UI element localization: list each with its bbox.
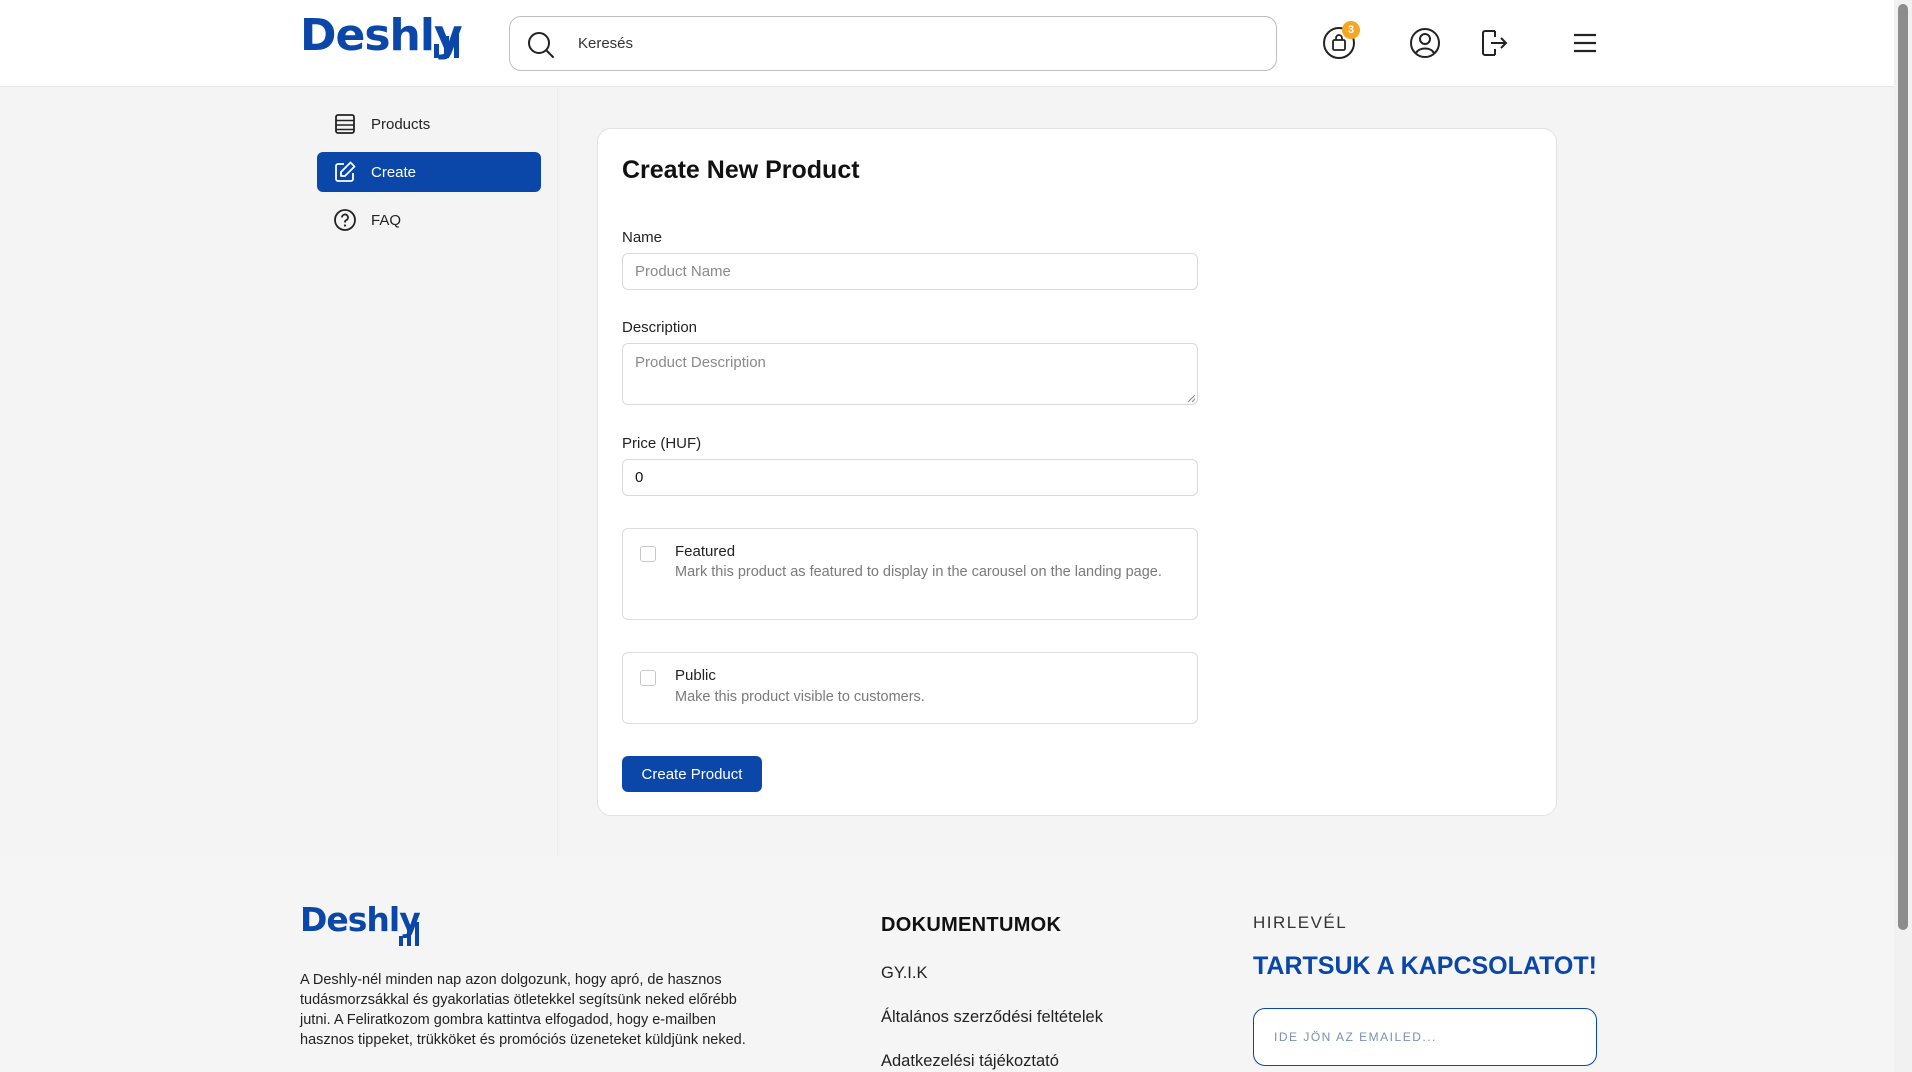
help-icon [334, 209, 356, 231]
search-icon [528, 32, 554, 58]
sidebar-item-label: FAQ [371, 211, 402, 229]
featured-checkbox[interactable] [640, 546, 656, 562]
list-icon [335, 114, 355, 134]
logout-icon[interactable] [1477, 26, 1511, 60]
footer: Deshly A Deshly-nél minden nap azon dolg… [0, 856, 1894, 1072]
edit-icon [335, 161, 356, 182]
search-input[interactable]: Keresés [578, 35, 633, 52]
search-bar[interactable]: Keresés [509, 16, 1277, 71]
footer-link-faq[interactable]: GY.I.K [881, 964, 927, 983]
description-label: Description [622, 319, 698, 336]
featured-option[interactable]: Featured Mark this product as featured t… [622, 528, 1198, 620]
price-label: Price (HUF) [622, 435, 702, 452]
sidebar-item-label: Create [371, 163, 417, 181]
scrollbar-thumb[interactable] [1898, 4, 1908, 930]
footer-link-terms[interactable]: Általános szerződési feltételek [881, 1008, 1103, 1027]
sidebar-item-products[interactable]: Products [317, 104, 541, 144]
top-header: Deshly Keresés 3 [0, 0, 1894, 87]
featured-title: Featured [675, 543, 736, 560]
cart-count-badge: 3 [1342, 21, 1360, 39]
footer-logo-bars-icon [399, 922, 419, 946]
newsletter-label: HIRLEVÉL [1253, 913, 1348, 932]
sidebar: Products Create FAQ [300, 88, 558, 856]
page-scrollbar[interactable] [1894, 0, 1912, 1072]
footer-about-text: A Deshly-nél minden nap azon dolgozunk, … [300, 972, 746, 1048]
resize-grip-icon[interactable] [1186, 393, 1196, 403]
name-label: Name [622, 229, 663, 246]
description-field[interactable] [622, 343, 1198, 405]
menu-icon[interactable] [1568, 26, 1602, 60]
featured-description: Mark this product as featured to display… [675, 564, 1162, 580]
newsletter-heading: TARTSUK A KAPCSOLATOT! [1253, 952, 1597, 980]
name-field[interactable] [622, 253, 1198, 290]
create-product-button[interactable]: Create Product [622, 756, 762, 792]
create-product-card: Create New Product Name Description Pric… [597, 128, 1557, 816]
footer-link-privacy[interactable]: Adatkezelési tájékoztató [881, 1052, 1059, 1071]
public-title: Public [675, 667, 716, 684]
user-icon[interactable] [1408, 26, 1442, 60]
logo-bars-icon [434, 28, 459, 58]
public-description: Make this product visible to customers. [675, 689, 925, 705]
sidebar-item-label: Products [371, 115, 431, 133]
sidebar-item-create[interactable]: Create [317, 152, 541, 192]
docs-heading: DOKUMENTUMOK [881, 914, 1062, 936]
newsletter-email-input[interactable] [1253, 1008, 1597, 1066]
page-title: Create New Product [622, 156, 860, 184]
sidebar-item-faq[interactable]: FAQ [317, 200, 541, 240]
public-checkbox[interactable] [640, 670, 656, 686]
public-option[interactable]: Public Make this product visible to cust… [622, 652, 1198, 724]
price-field[interactable] [622, 459, 1198, 496]
